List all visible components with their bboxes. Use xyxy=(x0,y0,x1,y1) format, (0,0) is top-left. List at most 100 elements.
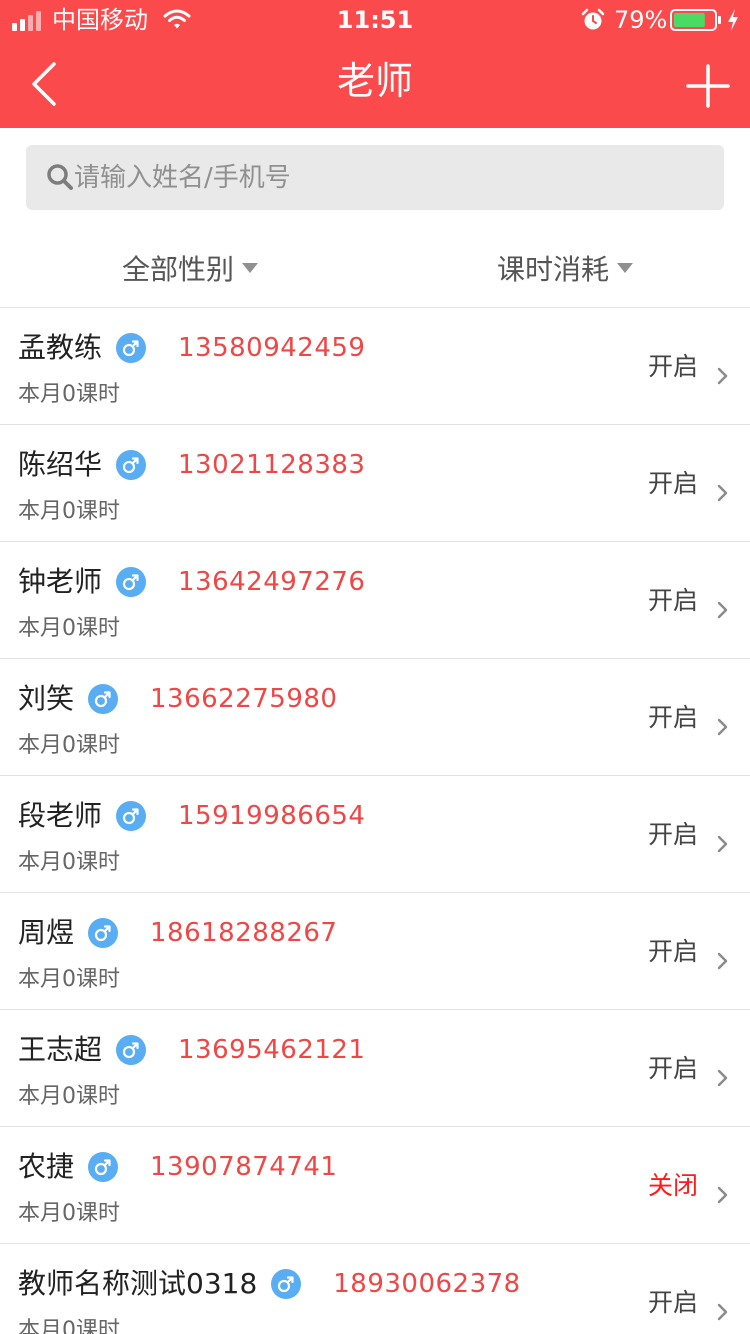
teacher-phone[interactable]: 18930062378 xyxy=(333,1266,520,1302)
male-icon xyxy=(116,450,147,480)
chevron-right-icon xyxy=(717,718,728,736)
teacher-row[interactable]: 刘笑 13662275980 本月0课时 开启 xyxy=(0,659,750,776)
chevron-right-icon xyxy=(717,1069,728,1087)
status-bar: 中国移动 11:51 79% xyxy=(0,0,750,40)
male-icon xyxy=(116,333,147,363)
teacher-list-screen: 中国移动 11:51 79% 老师 请输入姓名/手机号 全部性别 课时消耗 孟教… xyxy=(0,0,750,1334)
teacher-row-header: 钟老师 13642497276 xyxy=(18,564,365,600)
teacher-row-header: 周煜 18618288267 xyxy=(18,915,337,951)
page-title: 老师 xyxy=(336,59,413,103)
chevron-right-icon xyxy=(717,1186,728,1204)
teacher-row[interactable]: 钟老师 13642497276 本月0课时 开启 xyxy=(0,542,750,659)
teacher-monthly-hours: 本月0课时 xyxy=(18,499,120,524)
teacher-name: 陈绍华 xyxy=(18,448,103,481)
teacher-phone[interactable]: 13662275980 xyxy=(150,681,337,717)
hours-filter-label: 课时消耗 xyxy=(497,253,610,286)
teacher-phone[interactable]: 13021128383 xyxy=(178,447,365,483)
male-symbol-glyph xyxy=(94,691,111,708)
teacher-phone[interactable]: 15919986654 xyxy=(178,798,365,834)
teacher-row[interactable]: 农捷 13907874741 本月0课时 关闭 xyxy=(0,1127,750,1244)
male-icon xyxy=(116,801,147,831)
male-symbol-glyph xyxy=(122,457,139,474)
teacher-row[interactable]: 陈绍华 13021128383 本月0课时 开启 xyxy=(0,425,750,542)
teacher-name: 周煜 xyxy=(18,916,75,949)
gender-filter-dropdown[interactable]: 全部性别 xyxy=(122,228,259,308)
teacher-row[interactable]: 周煜 18618288267 本月0课时 开启 xyxy=(0,893,750,1010)
male-symbol-glyph xyxy=(94,925,111,942)
teacher-phone[interactable]: 13642497276 xyxy=(178,564,365,600)
teacher-row-header: 刘笑 13662275980 xyxy=(18,681,337,717)
filter-bar: 全部性别 课时消耗 xyxy=(0,228,750,308)
teacher-phone[interactable]: 13907874741 xyxy=(150,1149,337,1185)
teacher-list: 孟教练 13580942459 本月0课时 开启 陈绍华 13021128383 本月0课时… xyxy=(0,308,750,1334)
male-symbol-glyph xyxy=(94,1159,111,1176)
search-icon xyxy=(47,164,73,190)
male-icon xyxy=(88,1152,119,1182)
male-symbol-glyph xyxy=(278,1276,294,1293)
caret-down-icon xyxy=(242,263,259,273)
teacher-status: 开启 xyxy=(647,937,698,966)
teacher-status: 开启 xyxy=(647,352,698,381)
teacher-row-header: 陈绍华 13021128383 xyxy=(18,447,365,483)
teacher-monthly-hours: 本月0课时 xyxy=(18,1318,120,1334)
teacher-status: 开启 xyxy=(647,703,698,732)
search-bar xyxy=(26,145,724,210)
chevron-right-icon xyxy=(717,484,728,502)
teacher-phone[interactable]: 13695462121 xyxy=(178,1032,365,1068)
battery-percentage: 79% xyxy=(614,6,668,34)
male-icon xyxy=(271,1269,302,1299)
gender-filter-label: 全部性别 xyxy=(122,253,235,286)
chevron-right-icon xyxy=(717,835,728,853)
teacher-name: 刘笑 xyxy=(18,682,75,715)
alarm-clock-icon xyxy=(581,8,605,30)
male-icon xyxy=(88,918,119,948)
teacher-row[interactable]: 教师名称测试0318 18930062378 本月0课时 开启 xyxy=(0,1244,750,1334)
chevron-right-icon xyxy=(717,601,728,619)
teacher-name: 农捷 xyxy=(18,1150,75,1183)
search-input[interactable] xyxy=(74,145,714,210)
teacher-row-header: 段老师 15919986654 xyxy=(18,798,365,834)
teacher-status: 关闭 xyxy=(647,1171,698,1200)
charging-bolt-icon xyxy=(728,9,738,31)
teacher-name: 教师名称测试0318 xyxy=(18,1267,258,1300)
teacher-status: 开启 xyxy=(647,820,698,849)
hours-filter-dropdown[interactable]: 课时消耗 xyxy=(497,228,634,308)
teacher-monthly-hours: 本月0课时 xyxy=(18,967,120,992)
male-symbol-glyph xyxy=(122,574,139,591)
teacher-row-header: 王志超 13695462121 xyxy=(18,1032,365,1068)
teacher-row[interactable]: 王志超 13695462121 本月0课时 开启 xyxy=(0,1010,750,1127)
battery-icon xyxy=(670,9,721,31)
male-icon xyxy=(116,1035,147,1065)
teacher-monthly-hours: 本月0课时 xyxy=(18,1201,120,1226)
male-symbol-glyph xyxy=(122,808,139,825)
add-teacher-plus-icon[interactable] xyxy=(686,64,730,108)
teacher-monthly-hours: 本月0课时 xyxy=(18,616,120,641)
chevron-right-icon xyxy=(717,367,728,385)
male-icon xyxy=(88,684,119,714)
teacher-name: 孟教练 xyxy=(18,331,103,364)
chevron-right-icon xyxy=(717,1303,728,1321)
teacher-status: 开启 xyxy=(647,1054,698,1083)
teacher-status: 开启 xyxy=(647,586,698,615)
teacher-row-header: 教师名称测试0318 18930062378 xyxy=(18,1266,521,1302)
app-header: 中国移动 11:51 79% 老师 xyxy=(0,0,750,128)
teacher-phone[interactable]: 13580942459 xyxy=(178,330,365,366)
navigation-bar: 老师 xyxy=(0,40,750,128)
teacher-monthly-hours: 本月0课时 xyxy=(18,850,120,875)
caret-down-icon xyxy=(617,263,634,273)
teacher-row-header: 孟教练 13580942459 xyxy=(18,330,365,366)
teacher-row[interactable]: 段老师 15919986654 本月0课时 开启 xyxy=(0,776,750,893)
teacher-monthly-hours: 本月0课时 xyxy=(18,733,120,758)
male-icon xyxy=(116,567,147,597)
male-symbol-glyph xyxy=(122,340,139,357)
chevron-right-icon xyxy=(717,952,728,970)
teacher-status: 开启 xyxy=(647,1288,698,1317)
teacher-monthly-hours: 本月0课时 xyxy=(18,382,120,407)
teacher-monthly-hours: 本月0课时 xyxy=(18,1084,120,1109)
teacher-name: 钟老师 xyxy=(18,565,103,598)
teacher-status: 开启 xyxy=(647,469,698,498)
teacher-row[interactable]: 孟教练 13580942459 本月0课时 开启 xyxy=(0,308,750,425)
teacher-name: 王志超 xyxy=(18,1033,103,1066)
teacher-name: 段老师 xyxy=(18,799,103,832)
teacher-phone[interactable]: 18618288267 xyxy=(150,915,337,951)
